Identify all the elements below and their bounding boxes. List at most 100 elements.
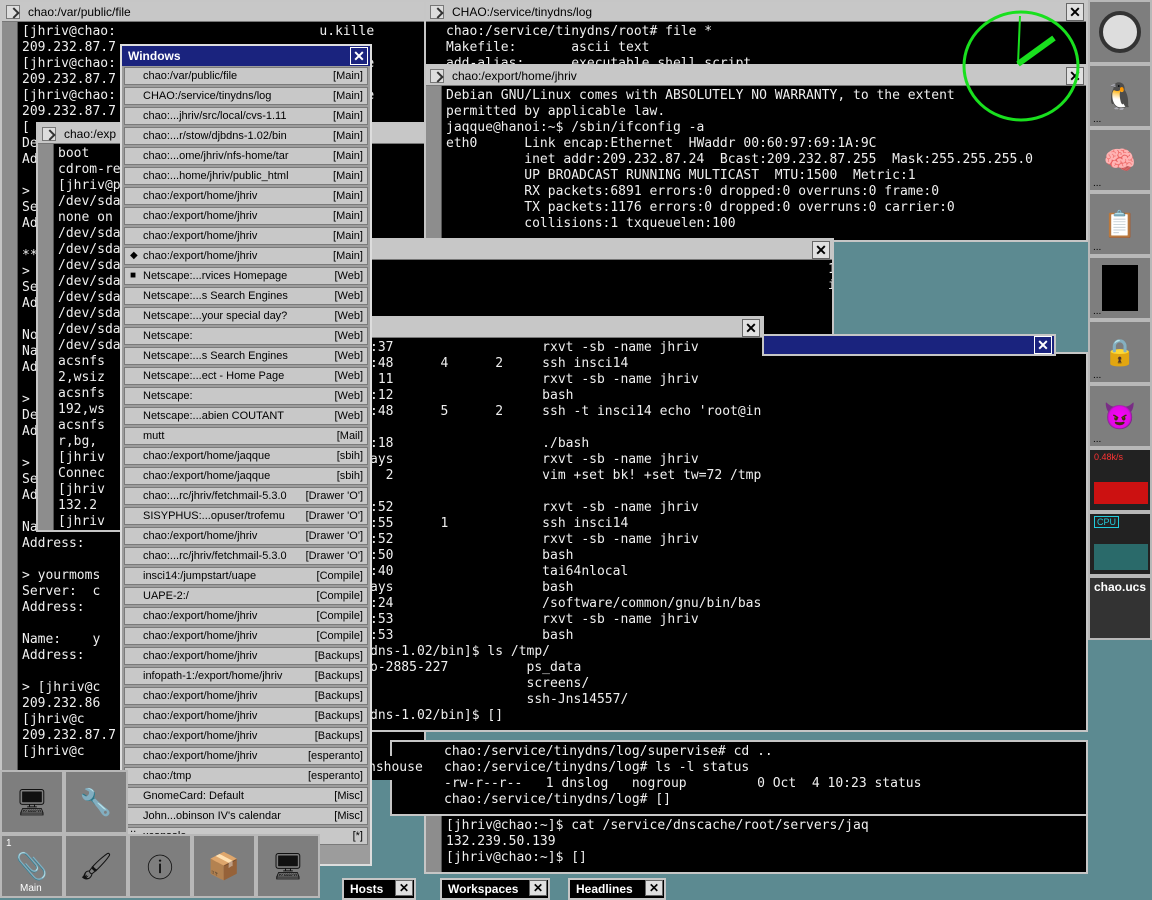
window-list-item-workspace: [Web]	[334, 350, 363, 362]
terminal-output: chao:/service/tinydns/log/supervise# cd …	[444, 744, 922, 807]
window-list-item[interactable]: mutt [Mail]	[124, 427, 368, 445]
window-list-item-label: Netscape:...ect - Home Page	[143, 370, 285, 382]
window-list-item-workspace: [Compile]	[316, 590, 363, 602]
cpu-graph	[1094, 544, 1148, 570]
window-list-item[interactable]: UAPE-2:/ [Compile]	[124, 587, 368, 605]
window-list-item[interactable]: Netscape:...abien COUTANT [Web]	[124, 407, 368, 425]
window-title: chao:/var/public/file	[28, 5, 131, 19]
title-bar[interactable]: ✕	[370, 318, 762, 338]
window-list-item-label: Netscape:...s Search Engines	[143, 290, 288, 302]
window-list-item-workspace: [*]	[352, 830, 363, 842]
window-list-item-label: chao:...home/jhriv/public_html	[143, 170, 289, 182]
window-list-item-label: chao:...rc/jhriv/fetchmail-5.3.0	[143, 490, 287, 502]
window-title: chao:/export/home/jhriv	[452, 69, 577, 83]
close-icon[interactable]: ✕	[645, 880, 663, 896]
window-list-item[interactable]: chao:/export/home/jhriv [Compile]	[124, 607, 368, 625]
window-list-item[interactable]: Netscape: [Web]	[124, 387, 368, 405]
close-icon[interactable]: ✕	[742, 319, 760, 337]
window-list-item[interactable]: chao:/export/home/jhriv [Main]	[124, 187, 368, 205]
window-list-item[interactable]: chao:...r/stow/djbdns-1.02/bin [Main]	[124, 127, 368, 145]
window-list-item-label: CHAO:/service/tinydns/log	[143, 90, 272, 102]
terminal-ps-listing[interactable]: ✕ :37 rxvt -sb -name jhriv :48 4 2 ssh i…	[368, 316, 764, 732]
close-icon[interactable]: ✕	[395, 880, 413, 896]
window-list-item-workspace: [Misc]	[334, 810, 363, 822]
window-list-item-workspace: [Mail]	[336, 430, 363, 442]
window-list-item-label: chao:/export/home/jhriv	[143, 190, 258, 202]
window-list-item[interactable]: ◆ chao:/export/home/jhriv [Main]	[124, 247, 368, 265]
terminal-supervise[interactable]: chao:/service/tinydns/log/supervise# cd …	[390, 740, 1088, 816]
dock-logo-icon[interactable]	[1088, 0, 1152, 64]
window-list-item-workspace: [Main]	[333, 70, 363, 82]
info-icon[interactable]: ⓘ	[128, 834, 192, 898]
window-list-item[interactable]: Netscape:...ect - Home Page [Web]	[124, 367, 368, 385]
window-list-item[interactable]: chao:/export/home/jaqque [sbih]	[124, 467, 368, 485]
penguin-icon[interactable]: 🐧...	[1088, 64, 1152, 128]
cpu-label: CPU	[1094, 516, 1120, 528]
terminal-dnscache[interactable]: [jhriv@chao:~]$ cat /service/dnscache/ro…	[424, 814, 1088, 874]
window-list-item-label: chao:/var/public/file	[143, 70, 238, 82]
window-menu-icon[interactable]	[42, 127, 56, 141]
window-list-item[interactable]: ■ Netscape:...rvices Homepage [Web]	[124, 267, 368, 285]
title-bar[interactable]: ✕	[372, 240, 832, 260]
window-list-item-workspace: [Main]	[333, 190, 363, 202]
window-list-item[interactable]: chao:/export/home/jhriv [Backups]	[124, 647, 368, 665]
window-list-item[interactable]: chao:/export/home/jaqque [sbih]	[124, 447, 368, 465]
window-list-item[interactable]: chao:...jhriv/src/local/cvs-1.11 [Main]	[124, 107, 368, 125]
clipboard-icon[interactable]: 📋...	[1088, 192, 1152, 256]
window-list-item[interactable]: CHAO:/service/tinydns/log [Main]	[124, 87, 368, 105]
close-icon[interactable]: ✕	[529, 880, 547, 896]
window-dark-title[interactable]: ✕	[762, 334, 1056, 356]
window-list-item[interactable]: SISYPHUS:...opuser/trofemu [Drawer 'O']	[124, 507, 368, 525]
window-list-item-label: chao:/export/home/jhriv	[143, 710, 258, 722]
window-list-item[interactable]: chao:/var/public/file [Main]	[124, 67, 368, 85]
taskbar-tab[interactable]: Headlines ✕	[568, 878, 666, 900]
taskbar-tab[interactable]: Workspaces ✕	[440, 878, 550, 900]
window-list-item[interactable]: chao:/export/home/jhriv [Backups]	[124, 727, 368, 745]
window-list-item[interactable]: chao:...rc/jhriv/fetchmail-5.3.0 [Drawer …	[124, 547, 368, 565]
window-list-item[interactable]: chao:/export/home/jhriv [Main]	[124, 207, 368, 225]
wrench-icon[interactable]: 🔧	[64, 770, 128, 834]
window-list-item[interactable]: Netscape:...s Search Engines [Web]	[124, 287, 368, 305]
window-list-item[interactable]: insci14:/jumpstart/uape [Compile]	[124, 567, 368, 585]
window-list-item[interactable]: chao:/export/home/jhriv [esperanto]	[124, 747, 368, 765]
window-list-item[interactable]: chao:/export/home/jhriv [Backups]	[124, 687, 368, 705]
desktop-switcher[interactable]: 1 📎 Main	[0, 834, 64, 898]
window-menu-icon[interactable]	[6, 5, 20, 19]
lock-icon[interactable]: 🔒...	[1088, 320, 1152, 384]
window-list-item[interactable]: chao:...home/jhriv/public_html [Main]	[124, 167, 368, 185]
window-list-item-workspace: [Drawer 'O']	[305, 490, 363, 502]
window-menu-icon[interactable]	[430, 5, 444, 19]
window-list-item[interactable]: infopath-1:/export/home/jhriv [Backups]	[124, 667, 368, 685]
monitor-icon[interactable]: 🖥	[256, 834, 320, 898]
taskbar-tab-label: Workspaces	[448, 882, 519, 896]
brain-icon[interactable]: 🧠...	[1088, 128, 1152, 192]
close-icon[interactable]: ✕	[1034, 336, 1052, 354]
daemon-icon[interactable]: 😈...	[1088, 384, 1152, 448]
package-icon[interactable]: 📦	[192, 834, 256, 898]
taskbar-tab[interactable]: Hosts ✕	[342, 878, 416, 900]
menu-items: chao:/var/public/file [Main] CHAO:/service…	[122, 67, 370, 845]
terminal-fragment-left: nshouse	[364, 756, 424, 780]
window-list-item[interactable]: chao:/export/home/jhriv [Backups]	[124, 707, 368, 725]
window-list-item[interactable]: chao:/export/home/jhriv [Drawer 'O']	[124, 527, 368, 545]
computer-icon[interactable]: 🖥	[0, 770, 64, 834]
window-list-item-workspace: [Main]	[333, 150, 363, 162]
window-list-item[interactable]: chao:...ome/jhriv/nfs-home/tar [Main]	[124, 147, 368, 165]
window-list-item[interactable]: Netscape:...s Search Engines [Web]	[124, 347, 368, 365]
close-icon[interactable]: ✕	[812, 241, 830, 259]
window-list-item[interactable]: Netscape:...your special day? [Web]	[124, 307, 368, 325]
window-list-item-workspace: [Compile]	[316, 630, 363, 642]
window-list-item[interactable]: chao:...rc/jhriv/fetchmail-5.3.0 [Drawer …	[124, 487, 368, 505]
window-list-item-workspace: [Web]	[334, 290, 363, 302]
screen-blank-icon[interactable]: ...	[1088, 256, 1152, 320]
window-list-menu[interactable]: Windows ✕ chao:/var/public/file [Main] CHAO…	[120, 44, 372, 866]
window-list-item[interactable]: Netscape: [Web]	[124, 327, 368, 345]
window-list-item-workspace: [Main]	[333, 210, 363, 222]
close-icon[interactable]: ✕	[350, 47, 368, 65]
gimp-icon[interactable]: 🖌	[64, 834, 128, 898]
window-list-item[interactable]: chao:/export/home/jhriv [Main]	[124, 227, 368, 245]
window-list-item-workspace: [Drawer 'O']	[305, 510, 363, 522]
window-list-item[interactable]: chao:/export/home/jhriv [Compile]	[124, 627, 368, 645]
title-bar[interactable]: chao:/var/public/file	[2, 2, 424, 22]
window-menu-icon[interactable]	[430, 69, 444, 83]
